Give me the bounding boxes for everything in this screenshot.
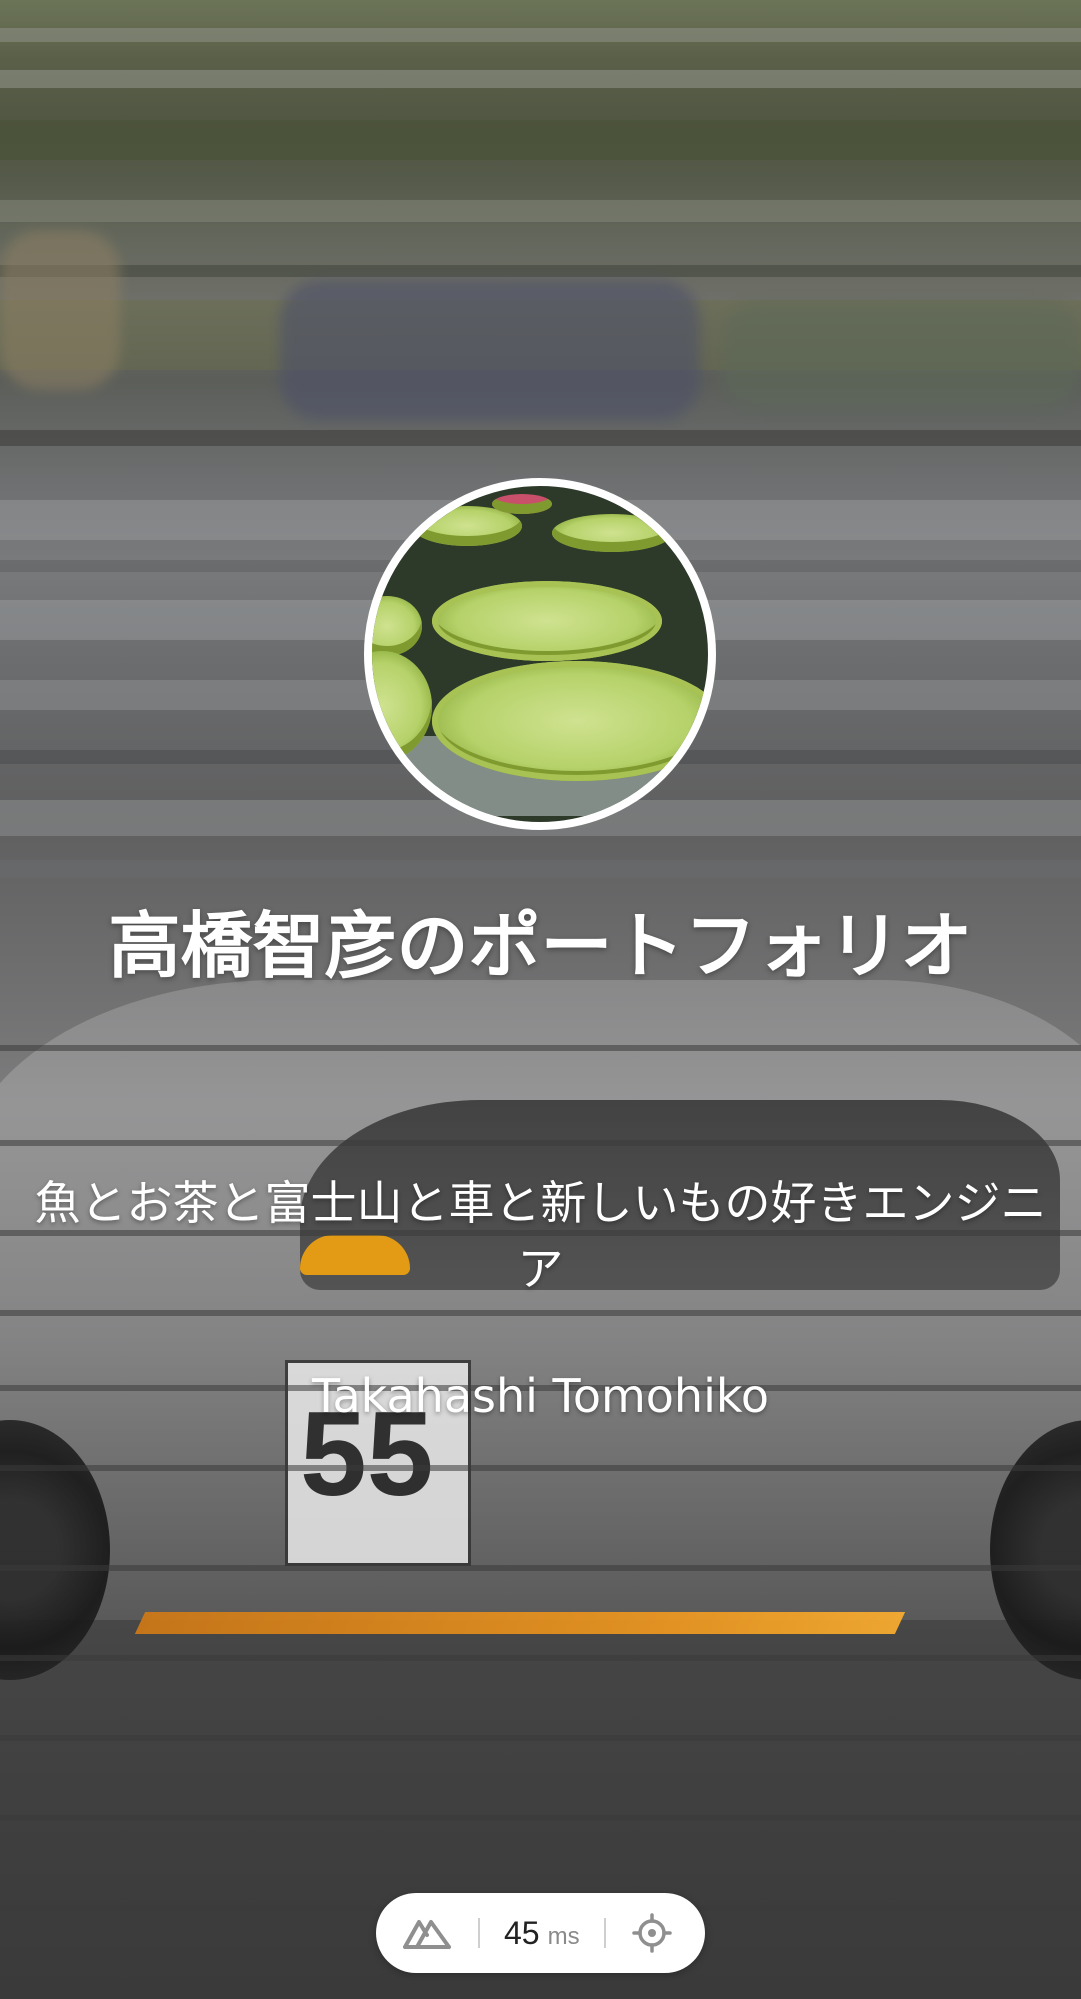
profile-avatar: [364, 478, 716, 830]
page-title: 高橋智彦のポートフォリオ: [108, 904, 973, 988]
author-name: Takahashi Tomohiko: [311, 1369, 769, 1423]
divider: [478, 1918, 480, 1948]
nuxt-mountain-icon[interactable]: [400, 1913, 454, 1953]
performance-widget: 45 ms: [376, 1893, 705, 1973]
hero-background-photo: 55: [0, 0, 1081, 1999]
response-time-unit: ms: [547, 1922, 580, 1950]
crosshair-target-icon[interactable]: [630, 1911, 674, 1955]
response-time: 45 ms: [504, 1915, 580, 1952]
response-time-value: 45: [504, 1914, 540, 1951]
tagline: 魚とお茶と富士山と車と新しいもの好きエンジニア: [34, 1176, 1047, 1296]
divider: [603, 1918, 606, 1948]
